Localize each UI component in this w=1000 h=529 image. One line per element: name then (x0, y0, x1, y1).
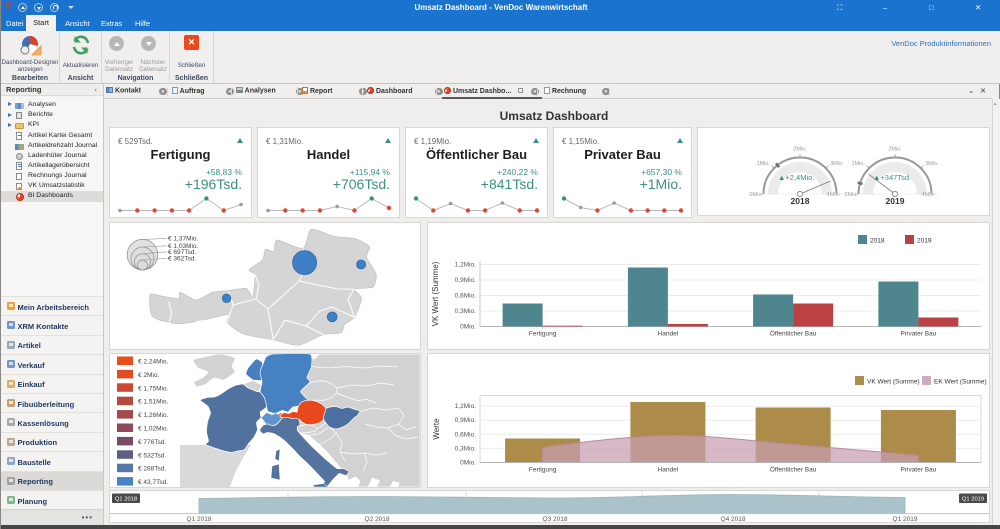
svg-text:€ 1,26Mio.: € 1,26Mio. (138, 412, 169, 419)
svg-text:2018: 2018 (791, 196, 810, 206)
svg-text:Q1 2018: Q1 2018 (115, 497, 137, 503)
svg-text:2019: 2019 (917, 238, 932, 245)
svg-text:Öffentlicher Bau: Öffentlicher Bau (770, 330, 817, 338)
svg-text:4Mio.: 4Mio. (922, 192, 936, 198)
svg-text:VK Wert (Summe): VK Wert (Summe) (867, 379, 920, 386)
svg-text:€ 43,7Tsd.: € 43,7Tsd. (138, 479, 168, 486)
svg-text:3Mio.: 3Mio. (830, 161, 844, 167)
svg-text:1Mio.: 1Mio. (851, 161, 865, 167)
svg-text:€ 362Tsd.: € 362Tsd. (168, 255, 196, 262)
svg-text:Q4 2018: Q4 2018 (721, 516, 746, 522)
svg-text:0Mio.: 0Mio. (845, 192, 859, 198)
svg-text:Q1 2019: Q1 2019 (962, 497, 984, 503)
svg-text:VK Wert (Summe): VK Wert (Summe) (431, 261, 440, 326)
svg-text:2019: 2019 (886, 196, 905, 206)
svg-text:€ 1,37Mio.: € 1,37Mio. (168, 235, 199, 242)
svg-text:Q1 2018: Q1 2018 (187, 516, 212, 522)
svg-text:2018: 2018 (870, 238, 885, 245)
svg-text:€ 532Tsd.: € 532Tsd. (138, 452, 166, 459)
svg-text:0,6Mio.: 0,6Mio. (455, 431, 477, 438)
svg-text:0,3Mio.: 0,3Mio. (455, 445, 477, 452)
svg-text:▲+347Tsd.: ▲+347Tsd. (873, 173, 911, 182)
svg-text:Fertigung: Fertigung (529, 331, 557, 338)
svg-text:0,3Mio.: 0,3Mio. (455, 308, 477, 315)
svg-text:0,6Mio.: 0,6Mio. (455, 293, 477, 300)
svg-text:1,2Mio.: 1,2Mio. (455, 262, 477, 269)
svg-text:Handel: Handel (658, 331, 679, 338)
svg-text:Q1 2019: Q1 2019 (893, 516, 918, 522)
svg-text:0Mio.: 0Mio. (750, 192, 764, 198)
svg-text:1Mio.: 1Mio. (756, 161, 770, 167)
svg-text:1,2Mio.: 1,2Mio. (455, 403, 477, 410)
svg-text:Privater Bau: Privater Bau (901, 331, 937, 338)
svg-text:Öffentlicher Bau: Öffentlicher Bau (770, 466, 817, 474)
svg-text:EK Wert (Summe): EK Wert (Summe) (934, 379, 987, 386)
svg-text:Privater Bau: Privater Bau (901, 467, 937, 474)
svg-text:2Mio.: 2Mio. (793, 147, 807, 153)
svg-text:Q3 2018: Q3 2018 (543, 516, 568, 522)
svg-text:Handel: Handel (658, 467, 679, 474)
svg-text:0Mio.: 0Mio. (460, 460, 476, 467)
svg-text:4Mio.: 4Mio. (827, 192, 841, 198)
svg-text:€ 776Tsd.: € 776Tsd. (138, 439, 166, 446)
svg-text:0,9Mio.: 0,9Mio. (455, 277, 477, 284)
svg-text:3Mio.: 3Mio. (925, 161, 939, 167)
svg-text:▲+2,4Mio.: ▲+2,4Mio. (778, 173, 814, 182)
svg-text:Fertigung: Fertigung (529, 467, 557, 474)
svg-text:€ 2Mio.: € 2Mio. (138, 372, 160, 379)
svg-text:0Mio.: 0Mio. (460, 324, 476, 331)
svg-text:€ 2,24Mio.: € 2,24Mio. (138, 359, 169, 366)
svg-text:0,9Mio.: 0,9Mio. (455, 417, 477, 424)
svg-text:€ 1,02Mio.: € 1,02Mio. (138, 426, 169, 433)
svg-text:2Mio.: 2Mio. (888, 147, 902, 153)
svg-text:€ 1,51Mio.: € 1,51Mio. (138, 399, 169, 406)
svg-text:€ 288Tsd.: € 288Tsd. (138, 466, 166, 473)
svg-text:€ 1,75Mio.: € 1,75Mio. (138, 385, 169, 392)
svg-text:Werte: Werte (432, 418, 441, 440)
svg-text:Q2 2018: Q2 2018 (365, 516, 390, 522)
